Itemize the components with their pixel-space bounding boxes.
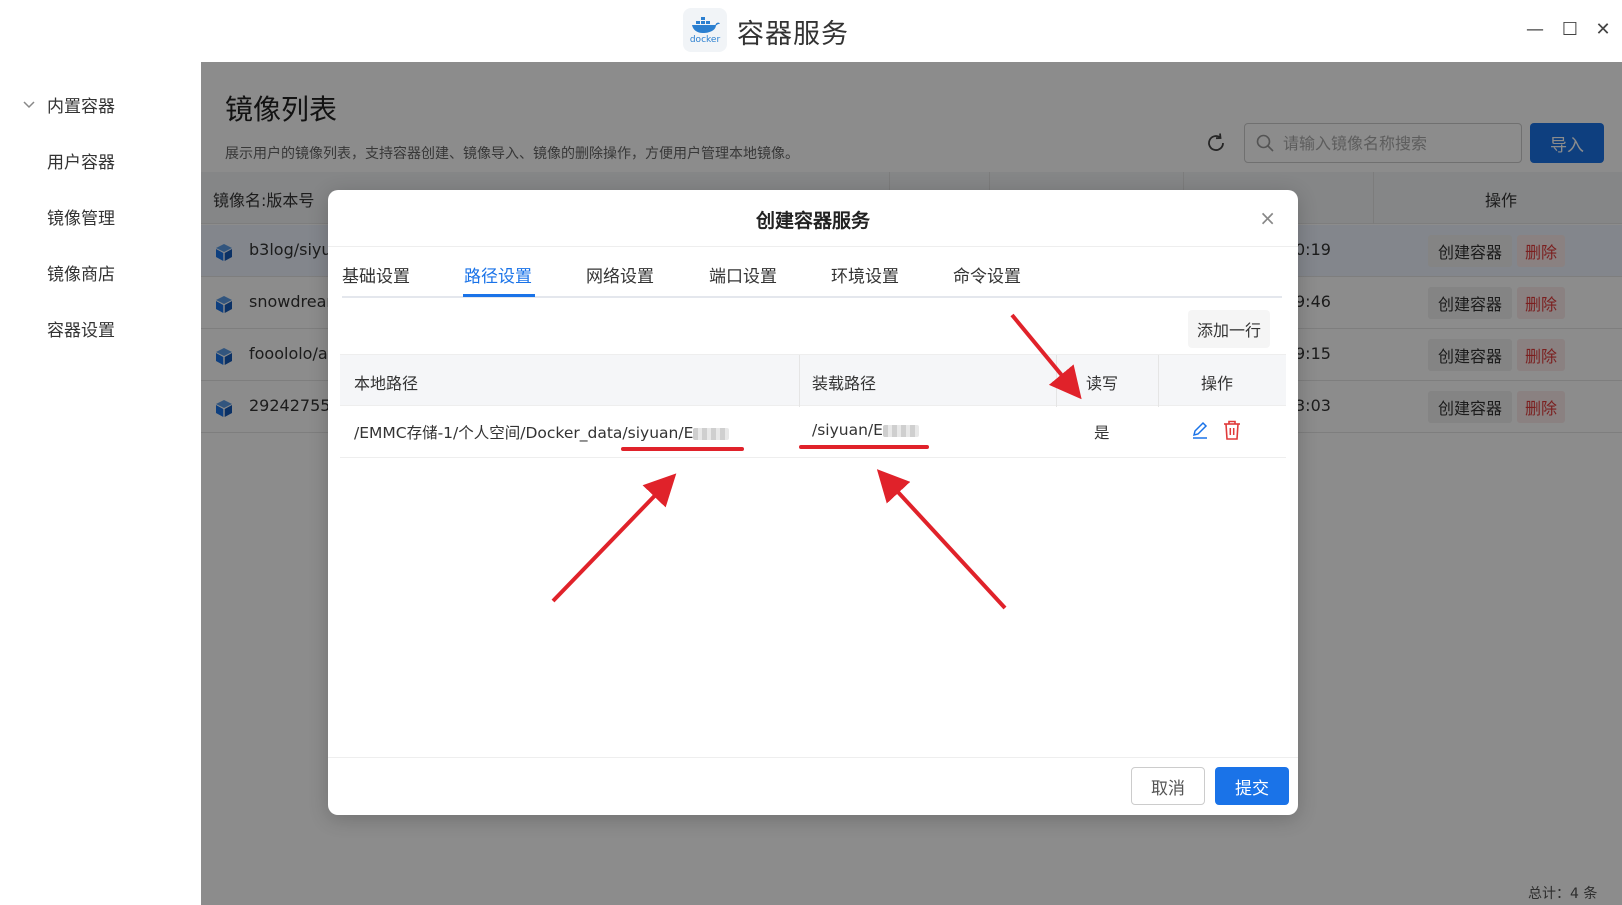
table-row: /EMMC存储-1/个人空间/Docker_data/siyuan/E /siy…: [340, 406, 1286, 458]
dialog-title: 创建容器服务: [755, 210, 870, 232]
maximize-button[interactable]: ☐: [1555, 14, 1585, 44]
docker-whale-icon: [692, 16, 720, 33]
cancel-button[interactable]: 取消: [1131, 767, 1205, 805]
edit-icon[interactable]: [1190, 420, 1210, 440]
mount-path-text: /siyuan/E: [812, 421, 883, 439]
tab-basic-settings[interactable]: 基础设置: [342, 262, 410, 287]
column-header-mount-path: 装载路径: [812, 374, 877, 393]
local-path-text: /EMMC存储-1/个人空间/Docker_data/siyuan/E: [354, 424, 694, 442]
tab-network-settings[interactable]: 网络设置: [586, 262, 654, 287]
column-header-read-write: 读写: [1086, 374, 1119, 393]
sidebar-item-container-settings[interactable]: 容器设置: [47, 316, 115, 341]
chevron-down-icon[interactable]: [22, 98, 36, 112]
app-title: 容器服务: [737, 19, 849, 50]
create-container-dialog: 创建容器服务 × 基础设置 路径设置 网络设置 端口设置 环境设置 命令设置 添…: [328, 190, 1298, 815]
submit-button[interactable]: 提交: [1215, 767, 1289, 805]
sidebar-item-image-management[interactable]: 镜像管理: [47, 204, 115, 229]
tab-port-settings[interactable]: 端口设置: [709, 262, 777, 287]
column-divider: [799, 355, 800, 407]
sidebar-item-user-containers[interactable]: 用户容器: [47, 148, 115, 173]
close-window-button[interactable]: ✕: [1588, 14, 1618, 44]
path-table-header: 本地路径 装载路径 读写 操作: [340, 354, 1286, 407]
sidebar-item-image-store[interactable]: 镜像商店: [47, 260, 115, 285]
title-bar: docker 容器服务 — ☐ ✕: [0, 0, 1622, 62]
sidebar-item-builtin-containers[interactable]: 内置容器: [47, 92, 115, 117]
redacted-text: [882, 424, 919, 437]
trash-icon[interactable]: [1222, 419, 1242, 441]
read-write-value: 是: [1094, 424, 1110, 442]
tab-path-settings[interactable]: 路径设置: [464, 262, 532, 287]
column-header-operations: 操作: [1201, 374, 1234, 393]
redacted-text: [693, 427, 730, 440]
tab-environment-settings[interactable]: 环境设置: [831, 262, 899, 287]
tab-command-settings[interactable]: 命令设置: [953, 262, 1021, 287]
local-path-cell: /EMMC存储-1/个人空间/Docker_data/siyuan/E: [354, 421, 730, 443]
add-row-button[interactable]: 添加一行: [1188, 310, 1270, 348]
active-tab-indicator: [463, 294, 535, 297]
column-header-local-path: 本地路径: [354, 374, 419, 393]
dialog-close-icon[interactable]: ×: [1259, 206, 1276, 230]
sidebar: [0, 62, 201, 905]
divider: [328, 246, 1298, 247]
column-divider: [1158, 355, 1159, 407]
docker-logo: docker: [683, 8, 727, 52]
divider: [328, 757, 1298, 758]
docker-logo-text: docker: [689, 34, 721, 45]
column-divider: [1056, 355, 1057, 407]
mount-path-cell: /siyuan/E: [812, 421, 919, 439]
minimize-button[interactable]: —: [1520, 14, 1550, 44]
